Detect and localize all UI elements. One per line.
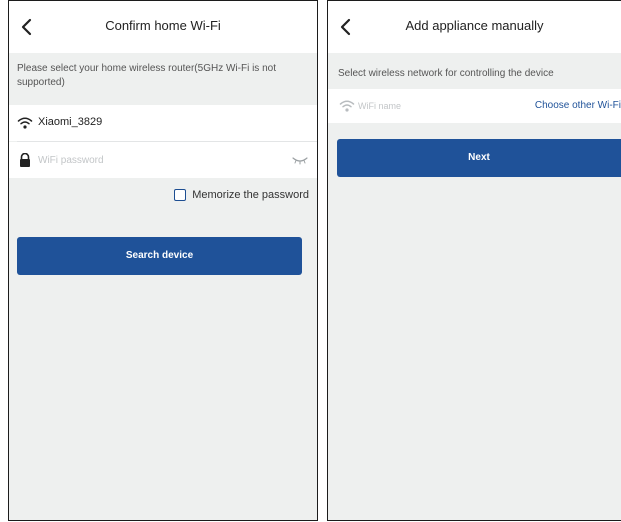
memorize-password-label: Memorize the password — [192, 189, 309, 201]
next-button[interactable]: Next — [337, 139, 621, 177]
wifi-network-name: Xiaomi_3829 — [38, 116, 103, 128]
lock-icon — [20, 153, 30, 167]
confirm-wifi-screen: Confirm home Wi-Fi Please select your ho… — [8, 0, 318, 521]
search-device-button[interactable]: Search device — [17, 237, 302, 275]
page-title: Add appliance manually — [405, 18, 544, 33]
eye-closed-icon[interactable] — [292, 155, 308, 165]
password-row — [9, 142, 317, 178]
instruction-text: Select wireless network for controlling … — [338, 68, 554, 79]
screenshot-canvas: Confirm home Wi-Fi Please select your ho… — [0, 0, 621, 522]
instruction-text: Please select your home wireless router(… — [17, 63, 276, 88]
back-chevron-icon[interactable] — [336, 15, 356, 39]
add-appliance-screen: Add appliance manually Select wireless n… — [327, 0, 621, 521]
memorize-password-option[interactable]: Memorize the password — [174, 189, 309, 201]
wifi-name-input[interactable] — [358, 97, 458, 115]
wifi-icon — [17, 117, 33, 129]
header: Confirm home Wi-Fi — [9, 1, 317, 53]
wifi-password-input[interactable] — [38, 151, 208, 169]
header: Add appliance manually — [328, 1, 621, 53]
memorize-password-checkbox[interactable] — [174, 189, 187, 201]
back-chevron-icon[interactable] — [17, 15, 37, 39]
wifi-name-row: Choose other Wi-Fi — [328, 89, 621, 123]
page-title: Confirm home Wi-Fi — [105, 18, 221, 33]
wifi-icon — [339, 100, 355, 112]
wifi-network-row[interactable]: Xiaomi_3829 — [9, 105, 317, 141]
choose-other-wifi-link[interactable]: Choose other Wi-Fi — [535, 100, 621, 111]
